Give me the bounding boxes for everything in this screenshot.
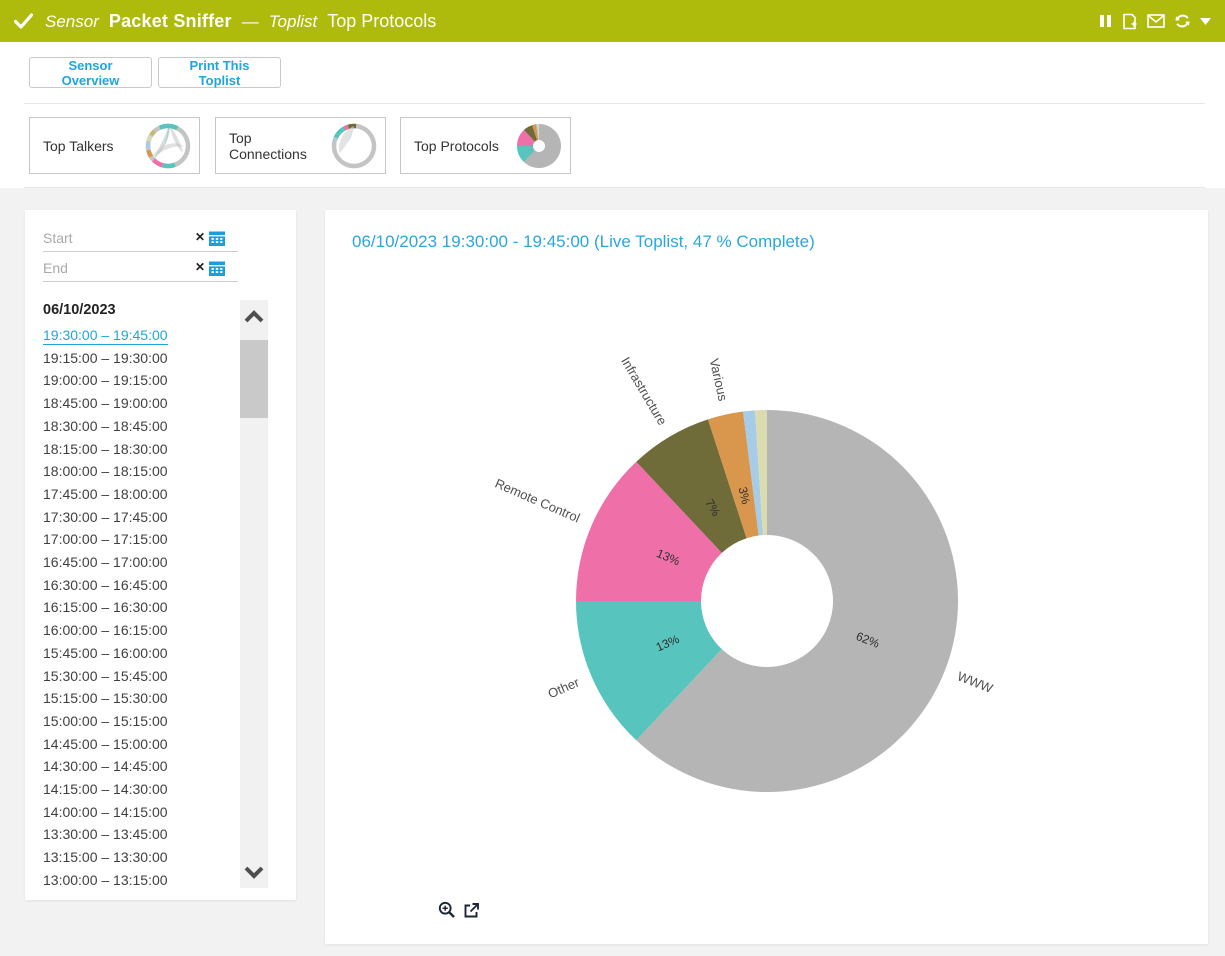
chart-footer (438, 901, 480, 919)
breadcrumb-kind: Sensor (45, 12, 99, 32)
slice-name-label: Infrastructure (618, 354, 670, 428)
interval-item[interactable]: 16:00:00 – 16:15:00 (43, 619, 233, 642)
tab-label: Top Connections (229, 130, 331, 162)
zoom-in-icon[interactable] (438, 901, 456, 919)
tab-top-protocols[interactable]: Top Protocols (400, 117, 571, 174)
interval-item[interactable]: 16:15:00 – 16:30:00 (43, 596, 233, 619)
sensor-overview-button[interactable]: Sensor Overview (29, 57, 152, 88)
interval-item[interactable]: 13:00:00 – 13:15:00 (43, 869, 233, 892)
pause-icon[interactable] (1099, 14, 1112, 28)
dropdown-caret-icon[interactable] (1200, 18, 1211, 25)
breadcrumb-section: Toplist (269, 12, 318, 32)
scroll-up-icon[interactable] (240, 300, 268, 332)
interval-item[interactable]: 13:15:00 – 13:30:00 (43, 846, 233, 869)
top-talkers-thumbnail-icon (145, 123, 191, 169)
interval-item[interactable]: 19:00:00 – 19:15:00 (43, 369, 233, 392)
interval-item[interactable]: 15:30:00 – 15:45:00 (43, 665, 233, 688)
interval-item[interactable]: 15:45:00 – 16:00:00 (43, 642, 233, 665)
page-title: Top Protocols (327, 11, 436, 32)
calendar-icon[interactable] (208, 229, 226, 247)
end-date-row: ✕ (43, 256, 238, 282)
clear-start-icon[interactable]: ✕ (195, 230, 205, 244)
interval-item[interactable]: 15:15:00 – 15:30:00 (43, 687, 233, 710)
interval-item[interactable]: 16:30:00 – 16:45:00 (43, 574, 233, 597)
clear-end-icon[interactable]: ✕ (195, 260, 205, 274)
interval-item[interactable]: 17:45:00 – 18:00:00 (43, 483, 233, 506)
print-toplist-button[interactable]: Print This Toplist (158, 57, 281, 88)
interval-item[interactable]: 14:45:00 – 15:00:00 (43, 733, 233, 756)
interval-filter-panel: ✕ ✕ 06/10/2023 19:30:00 – 19:45:0019:15:… (25, 210, 296, 900)
tab-top-talkers[interactable]: Top Talkers (29, 117, 200, 174)
email-icon[interactable] (1147, 14, 1165, 28)
scrollbar-thumb[interactable] (240, 340, 268, 418)
toplist-chart-panel: 06/10/2023 19:30:00 - 19:45:00 (Live Top… (325, 210, 1208, 944)
top-connections-thumbnail-icon (331, 123, 377, 169)
slice-name-label: WWW (955, 669, 995, 697)
breadcrumb-separator: — (242, 12, 259, 32)
interval-scrollbar[interactable] (240, 300, 268, 888)
interval-item[interactable]: 19:15:00 – 19:30:00 (43, 347, 233, 370)
header-bar: Sensor Packet Sniffer — Toplist Top Prot… (0, 0, 1225, 42)
slice-name-label: Various (707, 357, 731, 403)
interval-item[interactable]: 18:00:00 – 18:15:00 (43, 460, 233, 483)
tab-label: Top Talkers (43, 138, 145, 154)
interval-item[interactable]: 17:00:00 – 17:15:00 (43, 528, 233, 551)
open-external-icon[interactable] (463, 902, 480, 919)
tab-label: Top Protocols (414, 138, 516, 154)
scroll-down-icon[interactable] (240, 856, 268, 888)
interval-item[interactable]: 14:00:00 – 14:15:00 (43, 801, 233, 824)
protocols-donut-chart: 62%WWW13%Other13%Remote Control7%Infrast… (325, 210, 1208, 944)
start-date-input[interactable] (43, 226, 193, 250)
top-protocols-thumbnail-icon (516, 123, 562, 169)
interval-item[interactable]: 17:30:00 – 17:45:00 (43, 506, 233, 529)
interval-item[interactable]: 18:45:00 – 19:00:00 (43, 392, 233, 415)
interval-item[interactable]: 18:30:00 – 18:45:00 (43, 415, 233, 438)
report-icon[interactable] (1121, 13, 1138, 30)
interval-date-header: 06/10/2023 (43, 302, 116, 318)
interval-item[interactable]: 18:15:00 – 18:30:00 (43, 438, 233, 461)
slice-name-label: Other (546, 674, 582, 701)
tab-top-connections[interactable]: Top Connections (215, 117, 386, 174)
interval-item[interactable]: 14:15:00 – 14:30:00 (43, 778, 233, 801)
refresh-icon[interactable] (1174, 13, 1191, 29)
start-date-row: ✕ (43, 226, 238, 252)
breadcrumb: Sensor Packet Sniffer — Toplist Top Prot… (45, 11, 436, 32)
slice-name-label: Remote Control (493, 476, 583, 526)
interval-item[interactable]: 16:45:00 – 17:00:00 (43, 551, 233, 574)
check-icon (14, 13, 33, 29)
interval-item[interactable]: 13:30:00 – 13:45:00 (43, 823, 233, 846)
interval-list: 19:30:00 – 19:45:0019:15:00 – 19:30:0019… (43, 324, 233, 892)
interval-item[interactable]: 14:30:00 – 14:45:00 (43, 755, 233, 778)
end-date-input[interactable] (43, 256, 193, 280)
interval-item[interactable]: 15:00:00 – 15:15:00 (43, 710, 233, 733)
interval-item[interactable]: 19:30:00 – 19:45:00 (43, 324, 233, 347)
breadcrumb-sensor-name[interactable]: Packet Sniffer (109, 11, 232, 32)
divider (24, 103, 1205, 104)
calendar-icon[interactable] (208, 259, 226, 277)
page: Sensor Packet Sniffer — Toplist Top Prot… (0, 0, 1225, 956)
